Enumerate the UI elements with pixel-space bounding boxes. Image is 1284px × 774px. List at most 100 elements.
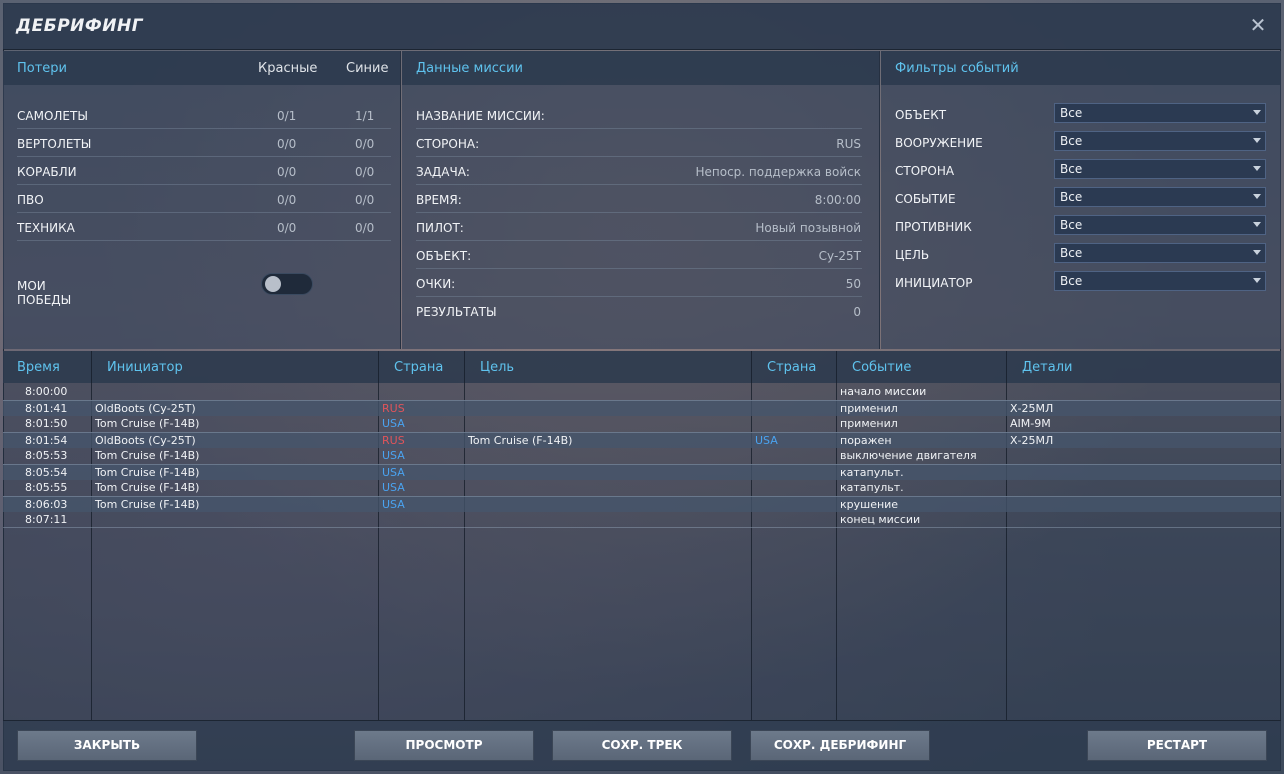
- close-button[interactable]: ЗАКРЫТЬ: [17, 730, 197, 761]
- col-initiator[interactable]: Инициатор: [107, 360, 183, 375]
- cell-event: крушение: [840, 498, 899, 511]
- table-row[interactable]: 8:01:50 Tom Cruise (F-14B) USA применил …: [3, 416, 1281, 432]
- losses-title: Потери: [17, 61, 68, 76]
- chevron-down-icon: [1253, 250, 1261, 255]
- mission-header: Данные миссии: [402, 51, 879, 85]
- cell-country: RUS: [382, 402, 405, 415]
- toggle-knob: [265, 276, 281, 292]
- filter-event-select[interactable]: Все: [1054, 187, 1266, 207]
- chevron-down-icon: [1253, 110, 1261, 115]
- mission-row-value: Су-25Т: [818, 249, 861, 263]
- table-row[interactable]: 8:01:41 OldBoots (Су-25Т) RUS применил Х…: [3, 400, 1281, 416]
- losses-red-value: 0/0: [277, 193, 297, 207]
- col-details[interactable]: Детали: [1022, 360, 1072, 375]
- mission-row-value: Непоср. поддержка войск: [695, 165, 861, 179]
- filter-side-select[interactable]: Все: [1054, 159, 1266, 179]
- cell-time: 8:05:53: [25, 449, 68, 462]
- losses-blue-value: 0/0: [355, 165, 375, 179]
- filter-enemy-select[interactable]: Все: [1054, 215, 1266, 235]
- mission-row-value: Новый позывной: [755, 221, 861, 235]
- mission-row-label: ПИЛОТ:: [416, 221, 464, 235]
- mission-row: РЕЗУЛЬТАТЫ 0: [416, 299, 861, 327]
- filter-weapon-select[interactable]: Все: [1054, 131, 1266, 151]
- table-row[interactable]: 8:00:00 начало миссии: [3, 384, 1281, 400]
- view-button[interactable]: ПРОСМОТР: [354, 730, 534, 761]
- filter-label: СОБЫТИЕ: [895, 192, 956, 206]
- cell-target: Tom Cruise (F-14B): [468, 434, 573, 447]
- cell-event: поражен: [840, 434, 892, 447]
- losses-red-value: 0/1: [277, 109, 297, 123]
- col-target-country[interactable]: Страна: [767, 360, 816, 375]
- mission-row: ОБЪЕКТ: Су-25Т: [416, 243, 861, 271]
- divider: [416, 296, 862, 297]
- cell-initiator: OldBoots (Су-25Т): [95, 434, 196, 447]
- cell-time: 8:01:50: [25, 417, 68, 430]
- divider: [17, 212, 391, 213]
- mission-title: Данные миссии: [416, 61, 523, 76]
- divider: [17, 240, 391, 241]
- select-value: Все: [1060, 274, 1083, 288]
- filter-label: ЦЕЛЬ: [895, 248, 930, 262]
- col-country[interactable]: Страна: [394, 360, 443, 375]
- mission-row-value: 8:00:00: [814, 193, 861, 207]
- mission-row-value: 0: [853, 305, 861, 319]
- save-track-button[interactable]: СОХР. ТРЕК: [552, 730, 732, 761]
- losses-col-red: Красные: [258, 61, 318, 76]
- cell-details: Х-25МЛ: [1010, 434, 1054, 447]
- cell-time: 8:06:03: [25, 498, 68, 511]
- cell-time: 8:00:00: [25, 385, 68, 398]
- table-row[interactable]: 8:05:55 Tom Cruise (F-14B) USA катапульт…: [3, 480, 1281, 496]
- table-row[interactable]: 8:06:03 Tom Cruise (F-14B) USA крушение: [3, 496, 1281, 512]
- filter-object-select[interactable]: Все: [1054, 103, 1266, 123]
- col-time[interactable]: Время: [17, 360, 60, 375]
- cell-details: Х-25МЛ: [1010, 402, 1054, 415]
- chevron-down-icon: [1253, 194, 1261, 199]
- select-value: Все: [1060, 218, 1083, 232]
- table-row[interactable]: 8:07:11 конец миссии: [3, 512, 1281, 528]
- cell-details: AIM-9M: [1010, 417, 1051, 430]
- mission-panel: Данные миссии НАЗВАНИЕ МИССИИ: СТОРОНА: …: [402, 51, 880, 349]
- events-table-header: Время Инициатор Страна Цель Страна Событ…: [3, 351, 1281, 383]
- table-row[interactable]: 8:01:54 OldBoots (Су-25Т) RUS Tom Cruise…: [3, 432, 1281, 448]
- cell-event: применил: [840, 402, 898, 415]
- table-row[interactable]: 8:05:54 Tom Cruise (F-14B) USA катапульт…: [3, 464, 1281, 480]
- select-value: Все: [1060, 190, 1083, 204]
- filter-target-select[interactable]: Все: [1054, 243, 1266, 263]
- losses-red-value: 0/0: [277, 221, 297, 235]
- losses-blue-value: 0/0: [355, 193, 375, 207]
- cell-country: RUS: [382, 434, 405, 447]
- filter-label: ВООРУЖЕНИЕ: [895, 136, 983, 150]
- losses-col-blue: Синие: [346, 61, 389, 76]
- cell-initiator: Tom Cruise (F-14B): [95, 449, 200, 462]
- cell-country: USA: [382, 466, 405, 479]
- col-target[interactable]: Цель: [480, 360, 514, 375]
- filters-title: Фильтры событий: [895, 61, 1019, 76]
- events-table: Время Инициатор Страна Цель Страна Событ…: [3, 351, 1281, 720]
- losses-row-label: КОРАБЛИ: [17, 165, 77, 179]
- cell-event: применил: [840, 417, 898, 430]
- my-wins-toggle[interactable]: [261, 273, 313, 295]
- filter-label: ИНИЦИАТОР: [895, 276, 973, 290]
- mission-row: ЗАДАЧА: Непоср. поддержка войск: [416, 159, 861, 187]
- cell-target-country: USA: [755, 434, 778, 447]
- losses-row-label: ТЕХНИКА: [17, 221, 75, 235]
- cell-initiator: Tom Cruise (F-14B): [95, 466, 200, 479]
- close-icon[interactable]: ✕: [1247, 14, 1269, 36]
- cell-country: USA: [382, 417, 405, 430]
- save-debrief-button[interactable]: СОХР. ДЕБРИФИНГ: [750, 730, 930, 761]
- table-row[interactable]: 8:05:53 Tom Cruise (F-14B) USA выключени…: [3, 448, 1281, 464]
- mission-row: ВРЕМЯ: 8:00:00: [416, 187, 861, 215]
- losses-blue-value: 1/1: [355, 109, 375, 123]
- cell-event: начало миссии: [840, 385, 927, 398]
- divider: [416, 212, 862, 213]
- cell-event: катапульт.: [840, 481, 904, 494]
- col-event[interactable]: Событие: [852, 360, 911, 375]
- cell-event: выключение двигателя: [840, 449, 977, 462]
- cell-time: 8:01:54: [25, 434, 68, 447]
- restart-button[interactable]: РЕСТАРТ: [1087, 730, 1267, 761]
- divider: [17, 184, 391, 185]
- cell-time: 8:05:54: [25, 466, 68, 479]
- filter-initiator-select[interactable]: Все: [1054, 271, 1266, 291]
- cell-initiator: Tom Cruise (F-14B): [95, 498, 200, 511]
- losses-red-value: 0/0: [277, 137, 297, 151]
